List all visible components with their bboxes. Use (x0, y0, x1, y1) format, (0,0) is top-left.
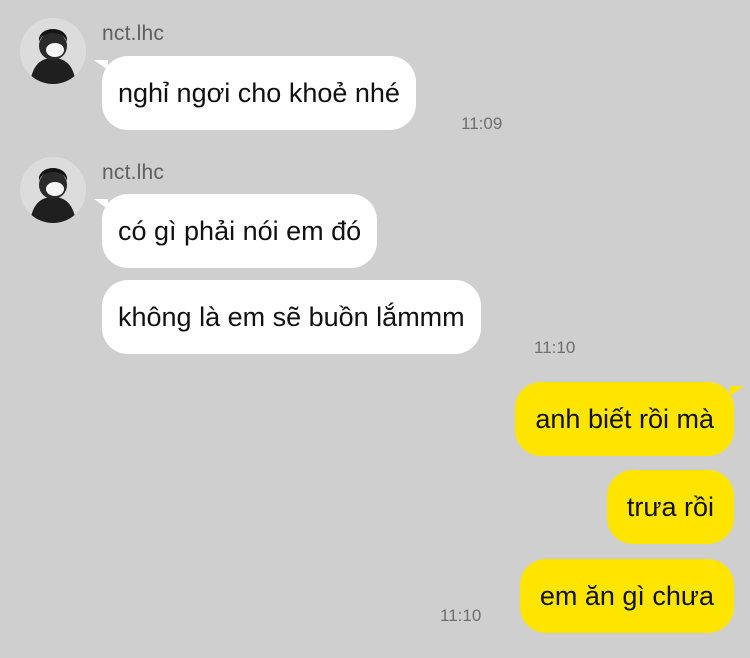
outgoing-message-bubble[interactable]: em ăn gì chưa (519, 559, 734, 633)
profile-photo-icon (20, 157, 86, 223)
sender-name: nct.lhc (102, 22, 165, 45)
message-timestamp: 11:10 (440, 606, 482, 625)
message-timestamp: 11:10 (534, 338, 576, 357)
incoming-message-bubble[interactable]: nghỉ ngơi cho khoẻ nhé (102, 56, 416, 130)
bubble-tail (730, 386, 744, 396)
incoming-message-bubble[interactable]: có gì phải nói em đó (102, 194, 378, 268)
profile-photo-icon (20, 18, 86, 84)
outgoing-message-bubble[interactable]: trưa rồi (606, 470, 734, 544)
sender-name: nct.lhc (102, 161, 165, 184)
incoming-message-bubble[interactable]: không là em sẽ buồn lắmmm (102, 280, 481, 354)
outgoing-message-bubble[interactable]: anh biết rồi mà (515, 382, 734, 456)
message-timestamp: 11:09 (461, 114, 503, 133)
avatar[interactable] (20, 18, 86, 84)
avatar[interactable] (20, 157, 86, 223)
